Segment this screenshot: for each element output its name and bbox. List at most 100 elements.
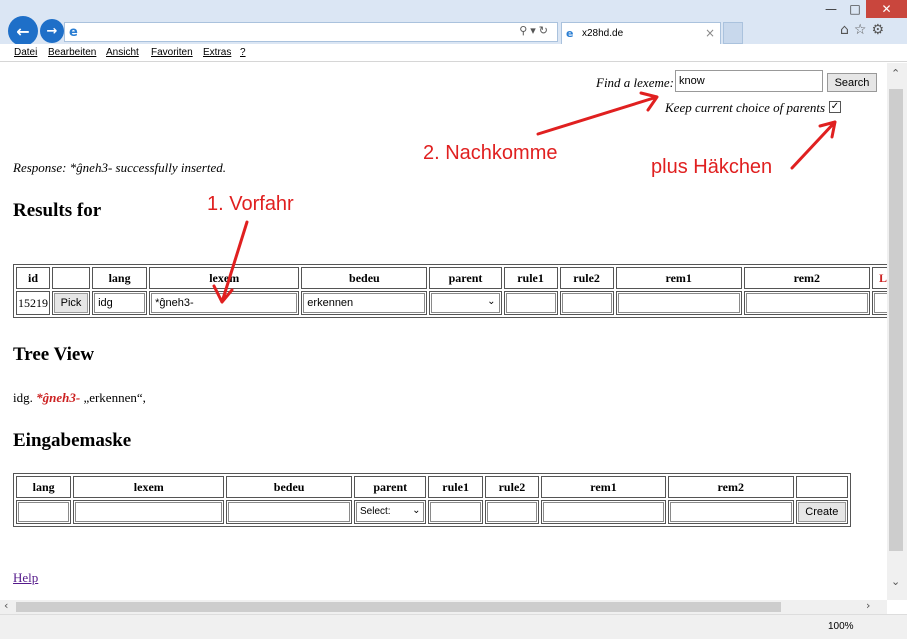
pick-button[interactable]: Pick bbox=[54, 293, 89, 313]
form-col-rem1: rem1 bbox=[541, 476, 666, 498]
cell-lang bbox=[92, 291, 148, 315]
form-col-parent: parent bbox=[354, 476, 427, 498]
ie-icon: e bbox=[69, 25, 78, 40]
status-bar: 100% bbox=[0, 614, 907, 639]
form-cell-lexem bbox=[73, 500, 225, 524]
annotation-descendant: 2. Nachkomme bbox=[423, 142, 558, 164]
form-cell-bedeu bbox=[226, 500, 353, 524]
form-lang-input[interactable] bbox=[18, 502, 70, 522]
search-refresh-icons[interactable]: ⚲▾↻ bbox=[519, 24, 551, 37]
col-rem2: rem2 bbox=[743, 267, 870, 289]
new-tab-button[interactable] bbox=[723, 22, 743, 44]
form-rem2-input[interactable] bbox=[669, 502, 792, 522]
col-lang: lang bbox=[92, 267, 148, 289]
cell-lexem bbox=[149, 291, 300, 315]
form-parent-select[interactable]: Select: ⌄ bbox=[356, 502, 425, 522]
results-table: id lang lexem bedeu parent rule1 rule2 r… bbox=[13, 264, 887, 318]
tree-view-heading: Tree View bbox=[13, 344, 95, 365]
form-cell-rule1 bbox=[428, 500, 483, 524]
form-col-lang: lang bbox=[16, 476, 72, 498]
bedeu-input[interactable] bbox=[303, 293, 426, 313]
browser-titlebar: ← → e ⚲▾↻ e x28hd.de × — □ ✕ ⌂☆⚙ bbox=[0, 0, 907, 46]
close-window-icon[interactable]: ✕ bbox=[866, 0, 907, 18]
vertical-scrollbar[interactable]: ⌃ ⌄ bbox=[887, 63, 907, 600]
form-cell-lang bbox=[16, 500, 72, 524]
minimize-icon[interactable]: — bbox=[820, 0, 842, 18]
create-button[interactable]: Create bbox=[797, 502, 846, 522]
lang-input[interactable] bbox=[94, 293, 146, 313]
vertical-scroll-thumb[interactable] bbox=[889, 89, 903, 551]
rem1-input[interactable] bbox=[617, 293, 740, 313]
menu-favoriten[interactable]: Favoriten bbox=[151, 47, 193, 58]
address-text[interactable] bbox=[87, 25, 297, 39]
cell-parent: ⌄ bbox=[429, 291, 502, 315]
rule1-input[interactable] bbox=[505, 293, 556, 313]
form-lexem-input[interactable] bbox=[75, 502, 223, 522]
tree-lexeme[interactable]: *ĝneh3- bbox=[36, 390, 80, 405]
menu-help[interactable]: ? bbox=[240, 47, 246, 58]
form-rule2-input[interactable] bbox=[486, 502, 538, 522]
search-button[interactable]: Search bbox=[827, 73, 877, 92]
help-link[interactable]: Help bbox=[13, 570, 38, 586]
form-col-action bbox=[795, 476, 848, 498]
cell-la bbox=[871, 291, 887, 315]
col-la: La bbox=[871, 267, 887, 289]
la-checkbox[interactable] bbox=[873, 293, 887, 313]
form-parent-select-value: Select: bbox=[360, 506, 391, 517]
form-cell-parent: Select: ⌄ bbox=[354, 500, 427, 524]
col-rule1: rule1 bbox=[503, 267, 558, 289]
form-rem1-input[interactable] bbox=[543, 502, 664, 522]
keep-parents-checkbox[interactable]: ✓ bbox=[829, 101, 841, 113]
col-lexem: lexem bbox=[149, 267, 300, 289]
form-col-rule1: rule1 bbox=[428, 476, 483, 498]
horizontal-scroll-thumb[interactable] bbox=[16, 602, 781, 612]
lexem-input[interactable] bbox=[151, 293, 298, 313]
cell-bedeu bbox=[301, 291, 428, 315]
find-lexeme-input[interactable] bbox=[675, 70, 823, 92]
form-cell-action: Create bbox=[795, 500, 848, 524]
menu-bar: Datei Bearbeiten Ansicht Favoriten Extra… bbox=[0, 44, 907, 62]
annotation-checkmark: plus Häkchen bbox=[651, 156, 773, 178]
form-col-bedeu: bedeu bbox=[226, 476, 353, 498]
rule2-input[interactable] bbox=[561, 293, 612, 313]
find-label: Find a lexeme: bbox=[596, 75, 674, 90]
cell-id: 15219 bbox=[16, 291, 51, 315]
form-rule1-input[interactable] bbox=[430, 502, 481, 522]
tab-label: x28hd.de bbox=[582, 28, 624, 39]
chevron-down-icon: ⌄ bbox=[487, 296, 496, 307]
browser-tab[interactable]: e x28hd.de × bbox=[561, 22, 721, 44]
horizontal-scrollbar[interactable]: ‹ › bbox=[0, 599, 887, 614]
ie-tab-icon: e bbox=[566, 27, 574, 40]
menu-ansicht[interactable]: Ansicht bbox=[106, 47, 139, 58]
cell-rem1 bbox=[615, 291, 742, 315]
maximize-icon[interactable]: □ bbox=[844, 0, 866, 18]
tab-close-icon[interactable]: × bbox=[705, 26, 715, 40]
tree-entry: idg. *ĝneh3- „erkennen“, bbox=[13, 390, 146, 406]
annotation-ancestor: 1. Vorfahr bbox=[207, 193, 294, 215]
menu-datei[interactable]: Datei bbox=[14, 47, 37, 58]
form-bedeu-input[interactable] bbox=[228, 502, 351, 522]
address-bar[interactable]: e ⚲▾↻ bbox=[64, 22, 558, 42]
cell-rule1 bbox=[503, 291, 558, 315]
scroll-right-icon[interactable]: › bbox=[866, 599, 870, 612]
cell-rule2 bbox=[559, 291, 614, 315]
rem2-input[interactable] bbox=[745, 293, 868, 313]
form-col-rule2: rule2 bbox=[484, 476, 540, 498]
tree-gloss: „erkennen“, bbox=[83, 390, 146, 405]
scroll-up-icon[interactable]: ⌃ bbox=[891, 67, 900, 80]
forward-button[interactable]: → bbox=[40, 19, 64, 43]
col-bedeu: bedeu bbox=[301, 267, 428, 289]
home-star-gear-icons[interactable]: ⌂☆⚙ bbox=[840, 22, 889, 38]
menu-extras[interactable]: Extras bbox=[203, 47, 231, 58]
scroll-down-icon[interactable]: ⌄ bbox=[891, 575, 900, 588]
form-col-lexem: lexem bbox=[73, 476, 225, 498]
form-input-row: Select: ⌄ Create bbox=[16, 500, 848, 524]
col-rem1: rem1 bbox=[615, 267, 742, 289]
form-cell-rem2 bbox=[667, 500, 794, 524]
parent-select[interactable]: ⌄ bbox=[431, 293, 500, 313]
back-button[interactable]: ← bbox=[8, 16, 38, 46]
zoom-level[interactable]: 100% bbox=[828, 621, 854, 632]
menu-bearbeiten[interactable]: Bearbeiten bbox=[48, 47, 96, 58]
scroll-left-icon[interactable]: ‹ bbox=[4, 599, 8, 612]
cell-pick: Pick bbox=[52, 291, 91, 315]
